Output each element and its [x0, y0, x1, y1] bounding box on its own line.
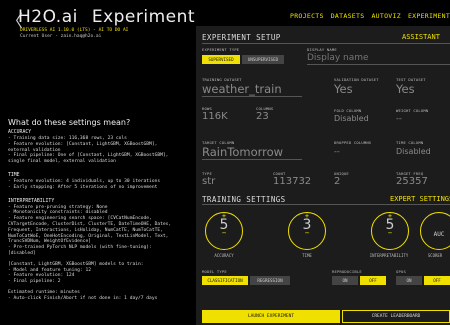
help-interp-line: CVTargetEncode, ClusterDist, ClusterTE, …	[8, 221, 172, 227]
reproducible-off-button[interactable]: OFF	[360, 276, 386, 285]
count-value: 113732	[273, 176, 312, 187]
time-minus-icon[interactable]: −	[289, 229, 325, 237]
help-question: What do these settings mean?	[8, 118, 131, 127]
accuracy-dial[interactable]: + 5 −	[205, 212, 243, 250]
reproducible-label: REPRODUCIBLE	[332, 269, 362, 274]
fold-column-label: FOLD COLUMN	[334, 108, 362, 113]
setup-divider	[202, 43, 450, 44]
rows-value: 116K	[202, 111, 228, 122]
dropped-columns-value[interactable]: --	[334, 147, 340, 156]
interpretability-minus-icon[interactable]: −	[372, 229, 408, 237]
launch-experiment-button[interactable]: LAUNCH EXPERIMENT	[202, 310, 340, 323]
target-column-value[interactable]: RainTomorrow	[202, 145, 302, 160]
gpus-off-button[interactable]: OFF	[424, 276, 450, 285]
columns-value: 23	[256, 111, 269, 122]
nav-projects[interactable]: PROJECTS	[290, 12, 324, 20]
time-column-label: TIME COLUMN	[396, 140, 424, 145]
top-nav: PROJECTS DATASETS AUTOVIZ EXPERIMENTS	[290, 12, 450, 20]
assistant-link[interactable]: ASSISTANT	[402, 33, 440, 41]
time-label: TIME	[302, 253, 312, 258]
accuracy-minus-icon[interactable]: −	[206, 229, 242, 237]
regression-button[interactable]: REGRESSION	[250, 276, 290, 285]
help-runtime-line: - Auto-click Finish/Abort if not done in…	[8, 295, 158, 301]
help-interp-line: Frequent, Interactions, isHoliday, NumCa…	[8, 227, 163, 233]
scorer-label: SCORER	[427, 253, 443, 258]
nav-autoviz[interactable]: AUTOVIZ	[371, 12, 401, 20]
nav-experiments[interactable]: EXPERIMENTS	[408, 12, 450, 20]
training-settings-title: TRAINING SETTINGS	[202, 195, 286, 204]
interpretability-label: INTERPRETABILITY	[369, 253, 409, 258]
experiment-setup-panel: EXPERIMENT SETUP ASSISTANT EXPERIMENT TY…	[196, 26, 450, 325]
reproducible-on-button[interactable]: ON	[332, 276, 358, 285]
type-value: str	[202, 176, 216, 187]
settings-help-panel: What do these settings mean? ACCURACY - …	[8, 118, 190, 302]
weight-column-label: WEIGHT COLUMN	[396, 108, 429, 113]
validation-dataset-value[interactable]: Yes	[334, 82, 353, 96]
gpus-label: GPUS	[396, 269, 406, 274]
test-dataset-value[interactable]: Yes	[396, 82, 415, 96]
create-leaderboard-button[interactable]: CREATE LEADERBOARD	[342, 310, 450, 323]
page-title: Experiment	[91, 7, 196, 27]
fold-column-value[interactable]: Disabled	[334, 114, 369, 123]
setup-title: EXPERIMENT SETUP	[202, 33, 281, 42]
expert-settings-link[interactable]: EXPERT SETTINGS	[390, 195, 450, 203]
experiment-type-label: EXPERIMENT TYPE	[202, 47, 240, 52]
dropped-columns-label: DROPPED COLUMNS	[334, 140, 372, 145]
time-column-value[interactable]: Disabled	[396, 147, 431, 156]
target-freq-value: 25357	[396, 176, 428, 187]
training-divider	[202, 204, 450, 205]
classification-button[interactable]: CLASSIFICATION	[202, 276, 248, 285]
gpus-on-button[interactable]: ON	[396, 276, 422, 285]
display-name-input[interactable]	[307, 52, 450, 65]
accuracy-label: ACCURACY	[214, 253, 234, 258]
nav-datasets[interactable]: DATASETS	[331, 12, 365, 20]
weight-column-value[interactable]: --	[396, 114, 402, 123]
model-type-label: MODEL TYPE	[202, 269, 227, 274]
scorer-value: AUC	[433, 231, 445, 238]
brand-name: H2O.ai	[18, 7, 78, 27]
app-brand: H2O.ai Experiment	[18, 7, 195, 27]
time-dial[interactable]: + 3 −	[288, 212, 326, 250]
scorer-dial[interactable]: AUC	[420, 212, 450, 250]
interpretability-dial[interactable]: + 5 −	[371, 212, 409, 250]
unsupervised-button[interactable]: UNSUPERVISED	[242, 55, 284, 64]
current-user-text: Current User - zain.haq@h2o.ai	[20, 34, 102, 39]
supervised-button[interactable]: SUPERVISED	[202, 55, 240, 64]
training-dataset-value[interactable]: weather_train	[202, 82, 302, 97]
unique-value: 2	[334, 176, 341, 187]
